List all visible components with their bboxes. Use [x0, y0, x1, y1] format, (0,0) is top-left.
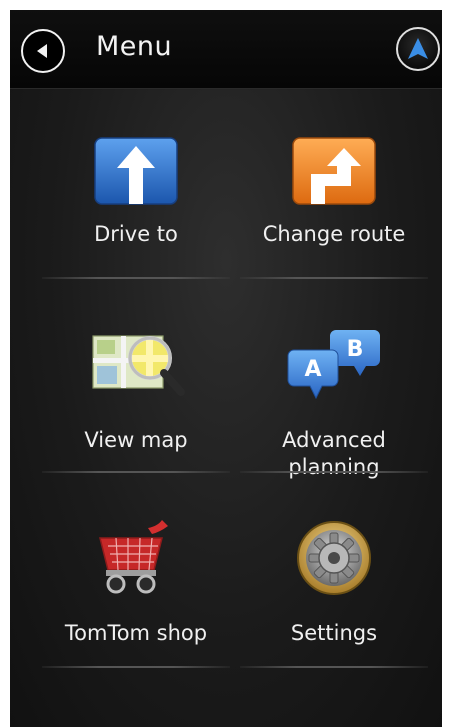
menu-item-label: Change route: [262, 222, 406, 246]
menu-item-advanced-planning[interactable]: B A Advanced planning: [234, 322, 434, 479]
gear-icon: [297, 521, 371, 595]
divider: [240, 471, 428, 473]
svg-text:A: A: [304, 357, 321, 382]
divider: [42, 471, 230, 473]
divider: [240, 666, 428, 668]
shopping-cart-icon: [99, 520, 168, 594]
menu-item-tomtom-shop[interactable]: TomTom shop: [36, 515, 236, 665]
menu-item-change-route[interactable]: Change route: [234, 130, 434, 280]
menu-item-label-line1: Advanced: [282, 428, 386, 452]
menu-item-label: Drive to: [94, 222, 178, 246]
app-screen: Menu Drive to Change route View map B A …: [10, 10, 442, 727]
divider: [42, 277, 230, 279]
menu-item-view-map[interactable]: View map: [36, 322, 236, 472]
menu-item-label: View map: [84, 428, 188, 452]
detour-arrow-icon: [292, 137, 376, 205]
page-title: Menu: [96, 31, 173, 62]
straight-arrow-icon: [94, 137, 178, 205]
navigation-view-button[interactable]: [396, 27, 440, 71]
menu-item-drive-to[interactable]: Drive to: [36, 130, 236, 280]
menu-item-label-line2: planning: [288, 455, 380, 479]
svg-text:B: B: [347, 337, 364, 362]
navigation-arrow-icon: [408, 38, 428, 59]
ab-markers-icon: B A: [287, 330, 380, 400]
back-button[interactable]: [21, 29, 65, 73]
header-bar: Menu: [10, 10, 442, 89]
map-magnifier-icon: [92, 335, 185, 396]
divider: [240, 277, 428, 279]
menu-item-settings[interactable]: Settings: [234, 515, 434, 665]
divider: [42, 666, 230, 668]
menu-item-label: TomTom shop: [64, 621, 208, 645]
menu-item-label: Settings: [290, 621, 378, 645]
back-arrow-icon: [37, 44, 47, 58]
